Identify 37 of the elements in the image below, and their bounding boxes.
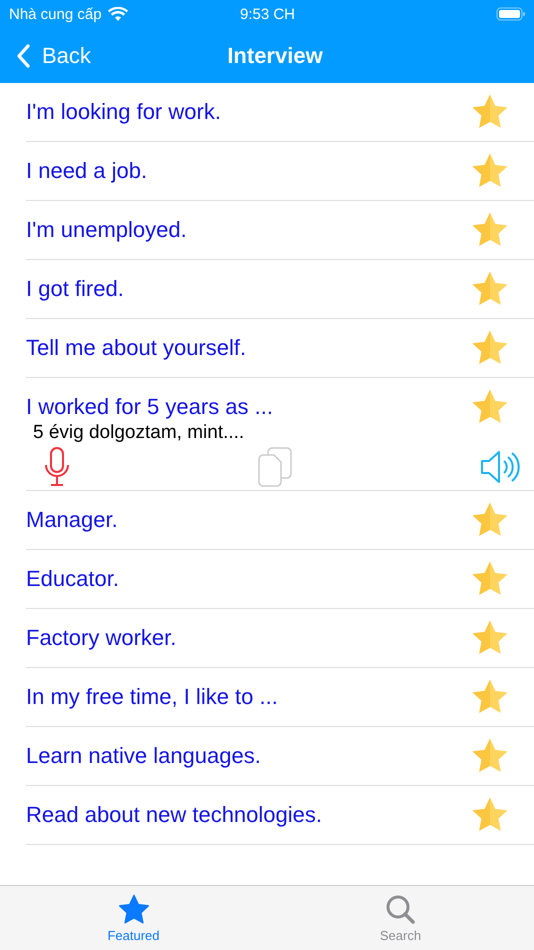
phrase-row[interactable]: Learn native languages. [26,727,534,786]
phrase-text[interactable]: I worked for 5 years as ... [26,394,273,420]
translation-text: 5 évig dolgoztam, mint.... [33,422,246,444]
speaker-icon[interactable] [480,450,520,484]
phrase-text[interactable]: I'm unemployed. [26,217,187,243]
phrase-text[interactable]: Tell me about yourself. [26,335,246,361]
phrase-text[interactable]: Manager. [26,507,118,533]
carrier-name: Nhà cung cấp [9,6,102,22]
phrase-row[interactable]: Educator. [26,550,534,609]
phrase-text[interactable]: I'm looking for work. [26,99,221,125]
status-time: 9:53 CH [240,6,296,22]
phrase-text[interactable]: Read about new technologies. [26,802,322,828]
phrase-row[interactable]: Tell me about yourself. [26,319,534,378]
screen-title: Interview [227,42,323,68]
tab-button[interactable]: Featured [0,886,267,950]
search-icon [384,894,416,926]
phrase-text[interactable]: Learn native languages. [26,743,261,769]
phrase-text[interactable]: In my free time, I like to ... [26,684,278,710]
phrase-text[interactable]: Educator. [26,566,119,592]
phrase-row[interactable]: I got fired. [26,260,534,319]
phrase-row[interactable]: Manager. [26,491,534,550]
phrase-text[interactable]: I got fired. [26,276,124,302]
phrase-row[interactable]: Factory worker. [26,609,534,668]
microphone-icon[interactable] [44,447,70,487]
phrase-row[interactable]: I'm looking for work. [26,83,534,142]
phrase-text[interactable]: I need a job. [26,158,148,184]
battery-icon [496,7,526,21]
chevron-left-icon [16,44,30,68]
phrase-text[interactable]: Factory worker. [26,625,176,651]
phrase-row[interactable]: I need a job. [26,142,534,201]
copy-icon[interactable] [258,447,292,487]
phrase-row[interactable]: I worked for 5 years as ... 5 évig dolgoztam, mint.... [26,378,534,491]
phrase-row[interactable]: Read about new technologies. [26,786,534,845]
star-icon [116,894,150,926]
wifi-icon [108,6,128,22]
phrase-row[interactable]: I'm unemployed. [26,201,534,260]
phrase-row[interactable]: In my free time, I like to ... [26,668,534,727]
